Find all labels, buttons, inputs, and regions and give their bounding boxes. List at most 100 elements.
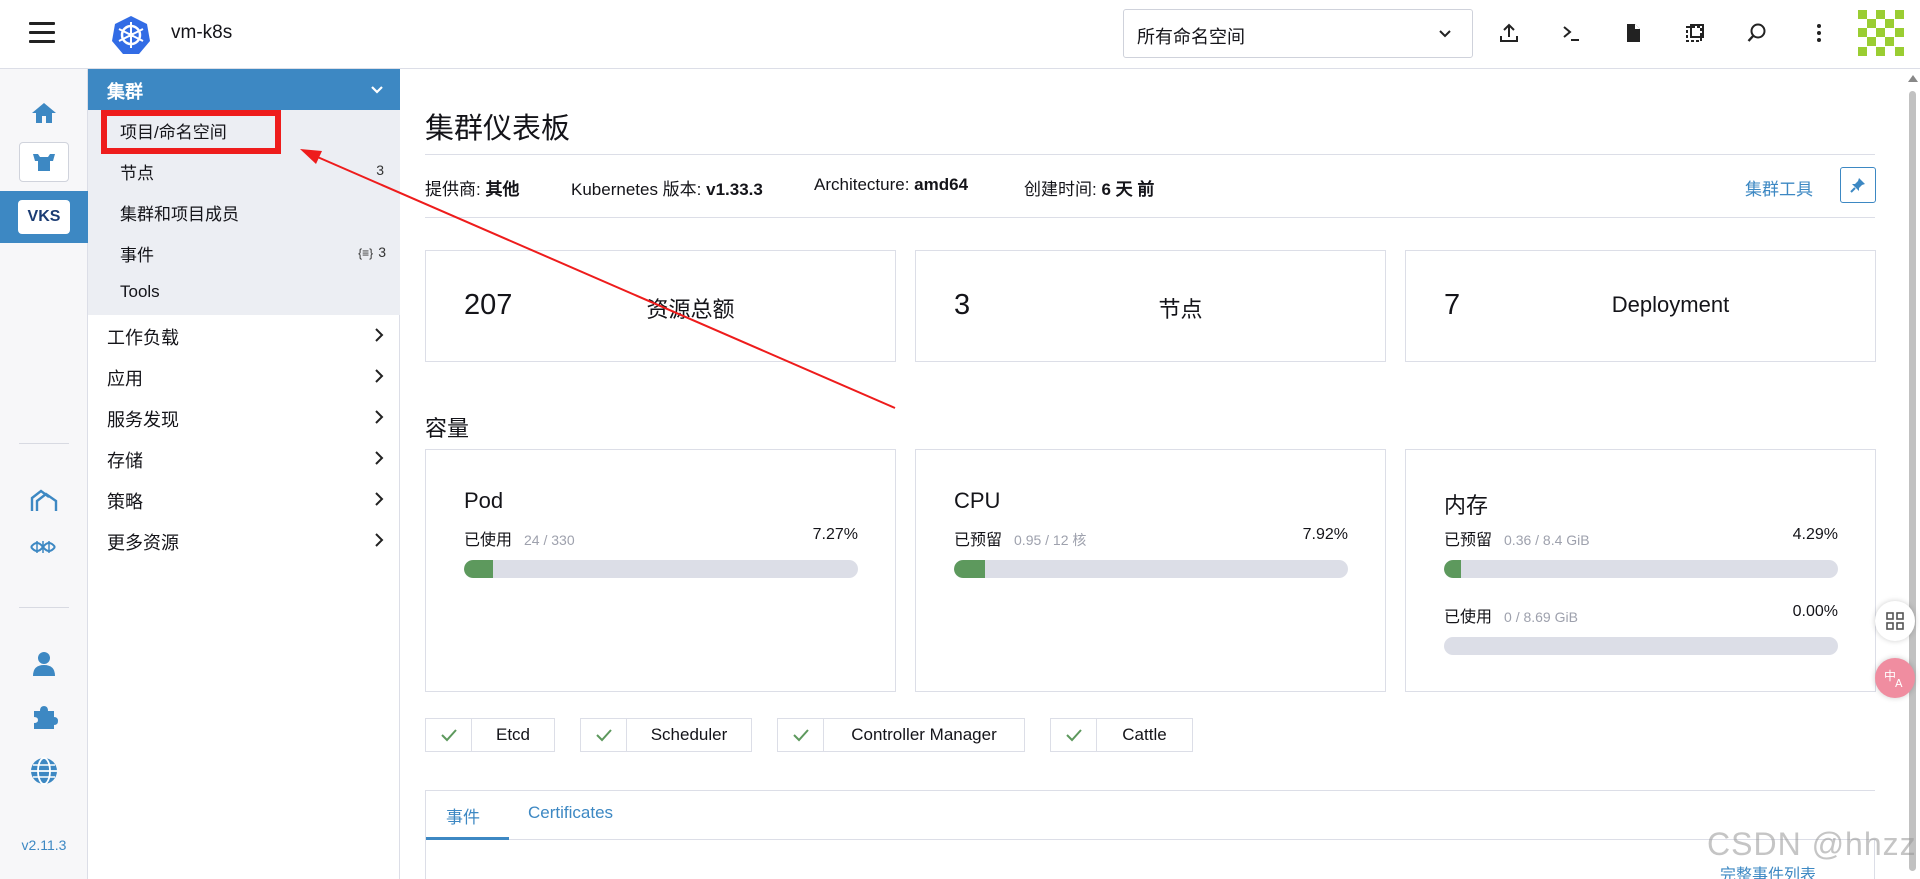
tab-events[interactable]: 事件 xyxy=(446,803,480,828)
capacity-row: 已使用 0 / 8.69 GiB 0.00% xyxy=(1444,603,1838,627)
home-icon xyxy=(32,103,56,123)
floating-translate-button[interactable]: 中A xyxy=(1875,658,1915,698)
scroll-up-arrow[interactable] xyxy=(1908,75,1918,82)
component-status-controller-manager: Controller Manager xyxy=(777,718,1025,752)
copy-kubeconfig-button[interactable] xyxy=(1680,18,1710,48)
meta-value: v1.33.3 xyxy=(706,180,763,199)
capacity-row-label: 已预留 xyxy=(1444,532,1493,549)
capacity-row-pct: 7.92% xyxy=(1302,526,1348,543)
more-actions-button[interactable] xyxy=(1804,18,1834,48)
user-avatar[interactable] xyxy=(1858,10,1904,56)
svg-text:A: A xyxy=(1895,677,1903,689)
rail-users[interactable] xyxy=(0,649,88,679)
scroll-thumb[interactable] xyxy=(1909,91,1916,871)
full-events-link[interactable]: 完整事件列表 xyxy=(1720,861,1816,879)
import-yaml-button[interactable] xyxy=(1494,18,1524,48)
nav-group-cluster[interactable]: 集群 xyxy=(88,69,400,110)
stat-card-resources[interactable]: 207 资源总额 xyxy=(425,250,896,362)
pin-button[interactable] xyxy=(1840,167,1876,203)
rail-vks-cluster[interactable]: VKS xyxy=(0,191,88,243)
nav-item-events[interactable]: 事件 xyxy=(120,241,154,266)
capacity-row: 已预留 0.36 / 8.4 GiB 4.29% xyxy=(1444,526,1838,550)
nav-item-label: 应用 xyxy=(107,369,143,389)
component-label: Cattle xyxy=(1122,725,1167,744)
rail-fleet[interactable] xyxy=(0,483,88,517)
component-status-etcd: Etcd xyxy=(425,718,555,752)
top-header: vm-k8s 所有命名空间 xyxy=(0,0,1920,69)
component-label: Etcd xyxy=(495,725,531,744)
component-status-scheduler: Scheduler xyxy=(580,718,752,752)
capacity-bar xyxy=(1444,637,1838,655)
chevron-right-icon xyxy=(375,328,384,342)
rail-cluster-explorer[interactable] xyxy=(0,141,88,183)
download-kubeconfig-button[interactable] xyxy=(1618,18,1648,48)
capacity-card-title: 内存 xyxy=(1444,493,1489,518)
stat-card-deployments[interactable]: 7 Deployment xyxy=(1405,250,1876,362)
rail-global-settings[interactable] xyxy=(0,755,88,787)
capacity-row-label: 已使用 xyxy=(464,532,513,549)
nav-item-workloads[interactable]: 工作负载 xyxy=(107,324,387,350)
harvester-icon xyxy=(30,541,56,553)
nav-item-members[interactable]: 集群和项目成员 xyxy=(120,200,239,225)
nav-item-storage[interactable]: 存储 xyxy=(107,447,387,473)
meta-value: amd64 xyxy=(914,175,969,194)
cattle-icon xyxy=(33,154,55,171)
menu-icon[interactable] xyxy=(29,22,55,44)
main-content: 集群仪表板 提供商: 其他 Kubernetes 版本: v1.33.3 Arc… xyxy=(400,69,1905,879)
namespace-select[interactable]: 所有命名空间 xyxy=(1123,9,1473,58)
tab-active-indicator xyxy=(426,837,509,840)
namespaced-icon: {≡} xyxy=(358,246,374,260)
kubectl-shell-button[interactable] xyxy=(1556,18,1586,48)
chevron-down-icon xyxy=(371,86,383,94)
capacity-bar xyxy=(954,560,1348,578)
grid-icon xyxy=(1886,612,1904,630)
chevron-right-icon xyxy=(375,533,384,547)
capacity-row: 已预留 0.95 / 12 核 7.92% xyxy=(954,526,1348,550)
nav-item-apps[interactable]: 应用 xyxy=(107,365,387,391)
capacity-row-pct: 0.00% xyxy=(1792,603,1838,620)
capacity-card-pod: Pod 已使用 24 / 330 7.27% xyxy=(425,449,896,692)
chevron-right-icon xyxy=(375,451,384,465)
rail-home[interactable] xyxy=(0,95,88,131)
capacity-row-label: 已使用 xyxy=(1444,609,1493,626)
search-button[interactable] xyxy=(1742,18,1772,48)
stat-card-nodes[interactable]: 3 节点 xyxy=(915,250,1386,362)
capacity-row: 已使用 24 / 330 7.27% xyxy=(464,526,858,550)
nav-item-policy[interactable]: 策略 xyxy=(107,488,387,514)
check-icon xyxy=(440,729,457,742)
rail-extensions[interactable] xyxy=(0,702,88,732)
meta-label: 创建时间: xyxy=(1024,180,1097,199)
divider xyxy=(425,154,1875,155)
capacity-row-pct: 7.27% xyxy=(812,526,858,543)
nav-item-more-resources[interactable]: 更多资源 xyxy=(107,529,387,555)
side-nav: 集群 项目/命名空间 节点 3 集群和项目成员 事件 {≡} 3 Tools 工作… xyxy=(88,69,400,879)
meta-label: 提供商: xyxy=(425,180,481,199)
stat-label: 节点 xyxy=(1158,297,1203,322)
tab-certificates[interactable]: Certificates xyxy=(528,803,613,823)
watermark-text: CSDN @hhzz xyxy=(1707,826,1917,862)
nav-item-service-discovery[interactable]: 服务发现 xyxy=(107,406,387,432)
component-label: Controller Manager xyxy=(851,725,997,744)
meta-value: 其他 xyxy=(485,180,520,199)
vks-badge: VKS xyxy=(18,200,70,234)
stat-label: Deployment xyxy=(1611,292,1730,317)
capacity-card-title: Pod xyxy=(464,488,504,513)
capacity-bar-fill xyxy=(1444,560,1461,578)
cluster-name: vm-k8s xyxy=(171,22,233,43)
cluster-tools-link[interactable]: 集群工具 xyxy=(1745,175,1813,200)
nav-item-tools[interactable]: Tools xyxy=(120,282,160,302)
check-icon xyxy=(595,729,612,742)
page-scrollbar[interactable] xyxy=(1905,69,1920,879)
floating-apps-button[interactable] xyxy=(1875,601,1915,641)
nav-item-nodes[interactable]: 节点 xyxy=(120,159,154,184)
capacity-row-sub: 0 / 8.69 GiB xyxy=(1504,609,1578,625)
nav-item-label: 策略 xyxy=(107,492,143,512)
rail-divider xyxy=(19,443,69,444)
file-icon xyxy=(1627,24,1640,42)
app-root: vm-k8s 所有命名空间 VKS v2.11.3 集群 项目/命名空间 节点 … xyxy=(0,0,1920,879)
terminal-icon xyxy=(1563,26,1579,41)
user-icon xyxy=(33,652,55,676)
rail-divider xyxy=(19,607,69,608)
copy-icon xyxy=(1686,24,1704,42)
rail-virtualization[interactable] xyxy=(0,535,88,559)
